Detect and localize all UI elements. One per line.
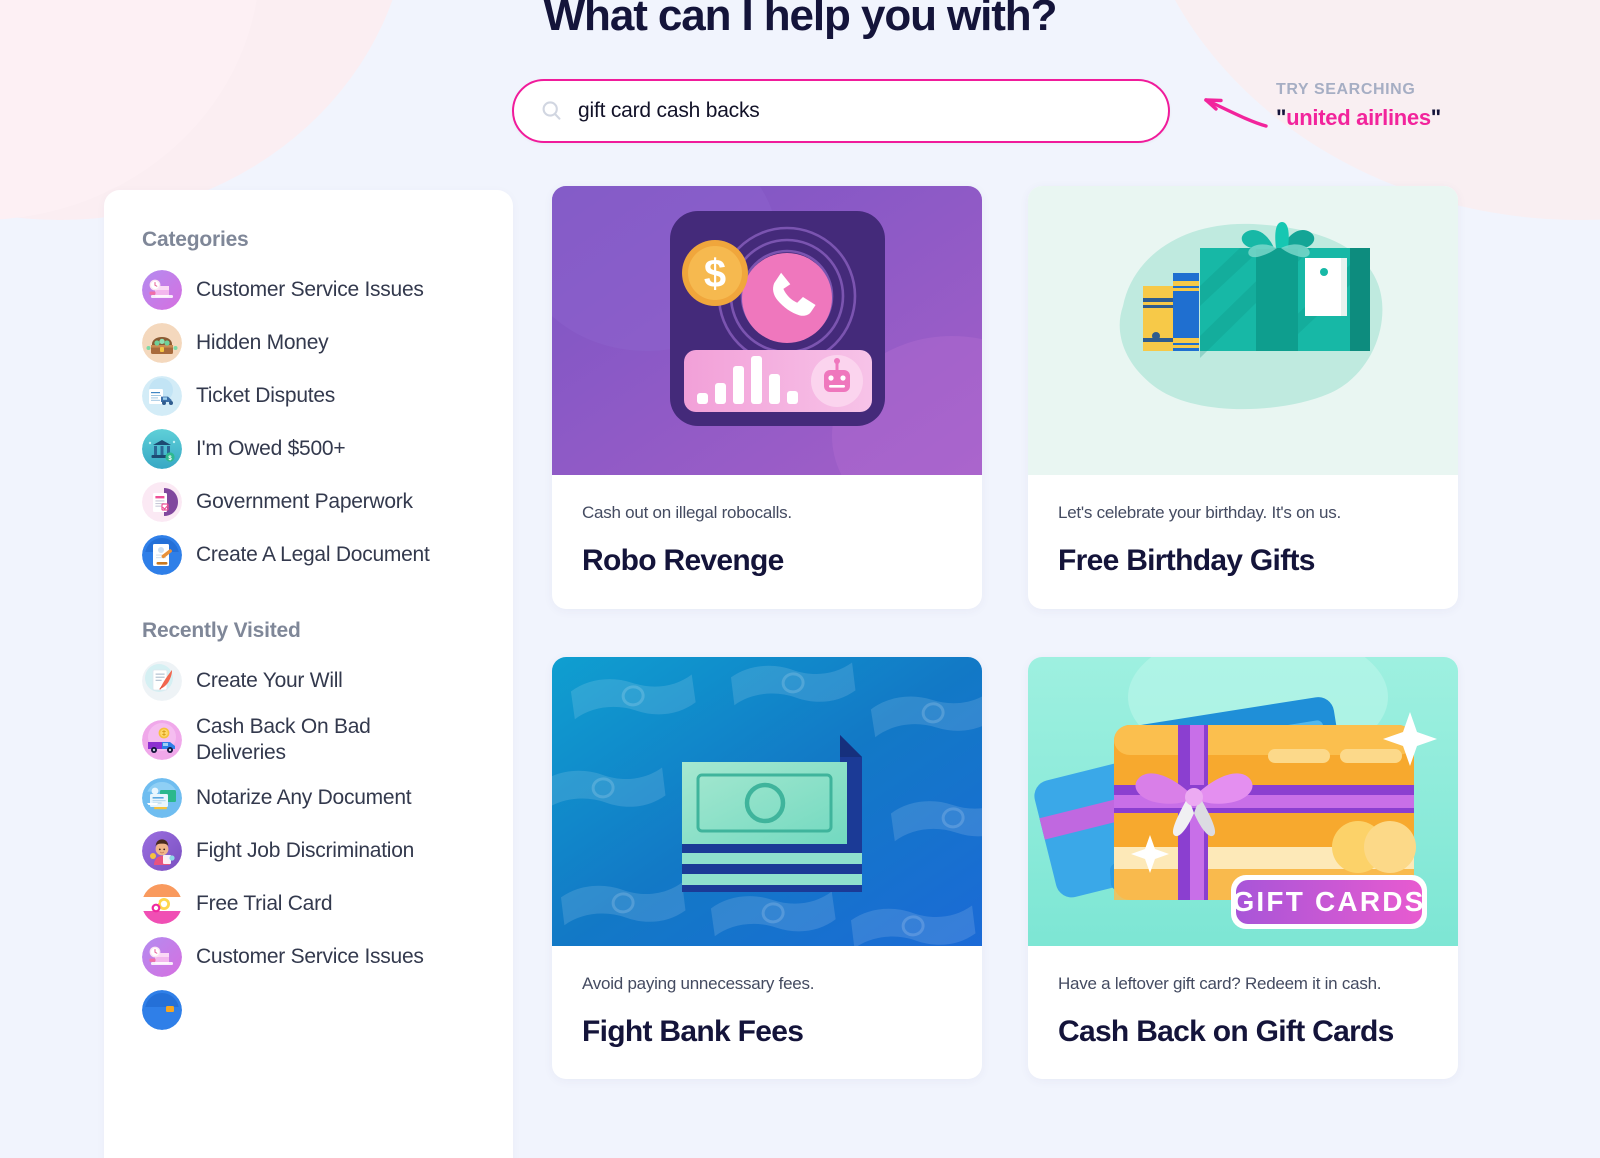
gift-cards-illustration: GIFT CARDS: [1028, 656, 1458, 946]
sidebar-item-label: Customer Service Issues: [196, 945, 424, 969]
card-fight-bank-fees[interactable]: Avoid paying unnecessary fees. Fight Ban…: [552, 656, 982, 1080]
svg-text:$: $: [704, 252, 726, 296]
search-icon: [542, 101, 561, 120]
sidebar-item-label: Ticket Disputes: [196, 384, 336, 408]
sidebar-item-label: Notarize Any Document: [196, 786, 412, 810]
card-title: Fight Bank Fees: [582, 1014, 804, 1048]
card-subtitle: Let's celebrate your birthday. It's on u…: [1058, 503, 1341, 522]
delivery-truck-clock-icon: [142, 937, 182, 978]
sidebar-item-create-a-legal-document[interactable]: Create A Legal Document: [142, 535, 513, 575]
document-stamp-icon: [142, 482, 182, 522]
card-body: Have a leftover gift card? Redeem it in …: [1028, 946, 1458, 1080]
sidebar-item-label: Government Paperwork: [196, 490, 413, 514]
try-searching-term-text: united airlines: [1286, 105, 1431, 131]
card-free-birthday-gifts[interactable]: Let's celebrate your birthday. It's on u…: [1028, 186, 1458, 609]
trial-card-icon: [142, 884, 182, 925]
sidebar-item-notarize-any-document[interactable]: Notarize Any Document: [142, 778, 513, 819]
sidebar-item-create-your-will[interactable]: Create Your Will: [142, 661, 513, 701]
card-subtitle: Have a leftover gift card? Redeem it in …: [1058, 973, 1382, 993]
sidebar-item-label: Cash Back On Bad Deliveries: [196, 715, 371, 764]
gift-box-books-illustration: [1028, 186, 1458, 475]
search-input-value: gift card cash backs: [578, 99, 760, 122]
card-body: Avoid paying unnecessary fees. Fight Ban…: [552, 946, 982, 1080]
sidebar-item-fight-job-discrimination[interactable]: Fight Job Discrimination: [142, 831, 513, 872]
try-searching-term: "united airlines": [1276, 101, 1576, 134]
quote-open: ": [1276, 105, 1287, 131]
sidebar-item-customer-service-issues-recent[interactable]: Customer Service Issues: [142, 937, 513, 978]
sidebar-item-ticket-disputes[interactable]: Ticket Disputes: [142, 376, 513, 416]
sidebar-item-free-trial-card[interactable]: Free Trial Card: [142, 884, 513, 925]
quote-close: ": [1430, 105, 1441, 131]
partial-item-icon: [142, 990, 182, 1031]
legal-gavel-icon: [142, 535, 182, 575]
robocall-phone-illustration: $: [552, 186, 982, 475]
person-badge-icon: [142, 831, 182, 872]
sidebar-item-label: Create A Legal Document: [196, 543, 430, 567]
sidebar-item-partial-cutoff[interactable]: [142, 990, 513, 1031]
ticket-car-icon: [142, 376, 182, 416]
search-container: gift card cash backs: [512, 79, 1170, 143]
sidebar: Categories Customer Service Issues Hidde…: [104, 190, 513, 1158]
sidebar-item-label: I'm Owed $500+: [196, 437, 346, 461]
truck-coin-icon: [142, 719, 182, 760]
recently-visited-heading: Recently Visited: [142, 619, 301, 642]
delivery-truck-clock-icon: [142, 270, 182, 310]
try-searching-hint: TRY SEARCHING "united airlines": [1276, 78, 1576, 134]
sidebar-item-hidden-money[interactable]: Hidden Money: [142, 323, 513, 363]
sidebar-item-im-owed-500[interactable]: $ I'm Owed $500+: [142, 429, 513, 469]
app-page: What can I help you with? gift card cash…: [0, 0, 1600, 1158]
sidebar-item-cash-back-on-bad-deliveries[interactable]: Cash Back On Bad Deliveries: [142, 714, 513, 765]
search-input[interactable]: gift card cash backs: [512, 79, 1170, 143]
sidebar-item-label: Fight Job Discrimination: [196, 839, 415, 863]
card-title: Cash Back on Gift Cards: [1058, 1014, 1394, 1048]
sidebar-item-customer-service-issues[interactable]: Customer Service Issues: [142, 270, 513, 310]
card-cash-back-on-gift-cards[interactable]: GIFT CARDS Have a leftover gift card? Re…: [1028, 656, 1458, 1080]
results-grid: $ Cash out on illegal robocalls. Robo Re…: [552, 186, 1458, 1127]
card-body: Cash out on illegal robocalls. Robo Reve…: [552, 475, 982, 609]
sidebar-item-label: Free Trial Card: [196, 892, 333, 916]
curved-arrow-left-icon: [1204, 98, 1268, 128]
card-subtitle: Cash out on illegal robocalls.: [582, 503, 792, 522]
card-row-1: $ Cash out on illegal robocalls. Robo Re…: [552, 186, 1458, 609]
try-searching-label: TRY SEARCHING: [1276, 81, 1416, 98]
card-title: Free Birthday Gifts: [1058, 544, 1315, 578]
card-robo-revenge[interactable]: $ Cash out on illegal robocalls. Robo Re…: [552, 186, 982, 609]
card-body: Let's celebrate your birthday. It's on u…: [1028, 475, 1458, 609]
treasure-chest-icon: [142, 323, 182, 363]
sidebar-item-label: Create Your Will: [196, 669, 343, 693]
sidebar-item-label: Hidden Money: [196, 331, 329, 355]
sidebar-item-government-paperwork[interactable]: Government Paperwork: [142, 482, 513, 522]
notary-stamp-icon: [142, 778, 182, 819]
cash-stack-illustration: [552, 656, 982, 946]
card-title: Robo Revenge: [582, 544, 784, 578]
card-row-2: Avoid paying unnecessary fees. Fight Ban…: [552, 656, 1458, 1080]
categories-heading: Categories: [142, 228, 249, 251]
bank-building-icon: $: [142, 429, 182, 469]
card-subtitle: Avoid paying unnecessary fees.: [582, 973, 815, 993]
gift-cards-badge-text: GIFT CARDS: [1232, 886, 1425, 917]
page-title: What can I help you with?: [543, 0, 1058, 40]
will-quill-icon: [142, 661, 182, 701]
sidebar-item-label: Customer Service Issues: [196, 278, 424, 302]
